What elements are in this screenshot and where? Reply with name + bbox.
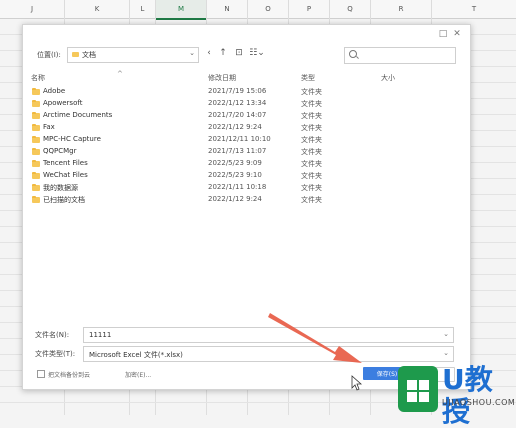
column-header-r[interactable]: R <box>371 0 432 19</box>
location-value: 文档 <box>82 51 96 59</box>
folder-icon <box>72 52 79 57</box>
list-item[interactable]: QQPCMgr 2021/7/13 11:07 文件夹 <box>31 146 456 158</box>
list-item[interactable]: Arctime Documents 2021/7/20 14:07 文件夹 <box>31 110 456 122</box>
dialog-titlebar: □ ✕ <box>23 25 470 43</box>
search-icon <box>349 50 357 58</box>
list-item[interactable]: 我的数据源 2022/1/11 10:18 文件夹 <box>31 182 456 194</box>
watermark-logo: U教授 UJIAOSHOU.COM <box>398 362 516 428</box>
close-icon[interactable]: ✕ <box>452 29 462 39</box>
backup-label: 把文档备份到云 <box>48 372 91 379</box>
filetype-label: 文件类型(T): <box>35 350 76 358</box>
filename-row: 文件名(N): 11111 ⌄ <box>35 327 454 343</box>
search-input[interactable] <box>344 47 456 64</box>
windows-logo-icon <box>407 380 429 402</box>
brand-badge <box>398 366 438 412</box>
column-header-p[interactable]: P <box>289 0 330 19</box>
list-item[interactable]: Fax 2022/1/12 9:24 文件夹 <box>31 122 456 134</box>
column-header-k[interactable]: K <box>65 0 130 19</box>
up-folder-icon[interactable]: ↑ <box>217 48 229 58</box>
column-header-n[interactable]: N <box>207 0 248 19</box>
filename-value: 11111 <box>89 331 112 339</box>
list-item[interactable]: Tencent Files 2022/5/23 9:09 文件夹 <box>31 158 456 170</box>
location-label: 位置(I): <box>37 51 61 59</box>
filetype-select[interactable]: Microsoft Excel 文件(*.xlsx) ⌄ <box>83 346 454 362</box>
folder-icon <box>32 148 40 155</box>
location-dropdown[interactable]: 文档 ⌄ <box>67 47 199 63</box>
column-size-header[interactable]: 大小 <box>381 73 395 83</box>
folder-icon <box>32 100 40 107</box>
filetype-value: Microsoft Excel 文件(*.xlsx) <box>89 351 183 359</box>
chevron-down-icon: ⌄ <box>189 49 195 57</box>
filename-label: 文件名(N): <box>35 331 70 339</box>
column-header-m[interactable]: M <box>156 0 207 20</box>
column-header-t[interactable]: T <box>432 0 516 19</box>
new-folder-icon[interactable]: ⊡ <box>233 48 245 58</box>
column-name-header[interactable]: 名称 <box>31 73 45 83</box>
sort-ascending-icon: ^ <box>117 70 123 78</box>
filename-field[interactable]: 11111 ⌄ <box>83 327 454 343</box>
column-type-header[interactable]: 类型 <box>301 73 315 83</box>
file-list-header: 名称 ^ 修改日期 类型 大小 <box>31 70 456 85</box>
brand-text: U教授 <box>442 363 493 428</box>
dialog-footer: 把文档备份到云 加密(E)... 保存(S) <box>37 367 455 382</box>
list-item[interactable]: WeChat Files 2022/5/23 9:10 文件夹 <box>31 170 456 182</box>
backup-checkbox[interactable] <box>37 370 45 378</box>
chevron-down-icon[interactable]: ⌄ <box>443 330 449 338</box>
folder-icon <box>32 184 40 191</box>
column-header-l[interactable]: L <box>130 0 156 19</box>
column-header-o[interactable]: O <box>248 0 289 19</box>
filetype-row: 文件类型(T): Microsoft Excel 文件(*.xlsx) ⌄ <box>35 346 454 362</box>
brand-site: UJIAOSHOU.COM <box>442 398 516 407</box>
column-header-q[interactable]: Q <box>330 0 371 19</box>
folder-icon <box>32 160 40 167</box>
list-item[interactable]: 已扫描的文档 2022/1/12 9:24 文件夹 <box>31 194 456 206</box>
view-options-icon[interactable]: ☷⌄ <box>249 48 265 58</box>
folder-icon <box>32 172 40 179</box>
list-item[interactable]: MPC-HC Capture 2021/12/11 10:10 文件夹 <box>31 134 456 146</box>
column-date-header[interactable]: 修改日期 <box>208 73 236 83</box>
chevron-down-icon: ⌄ <box>443 349 449 357</box>
location-toolbar: 位置(I): 文档 ⌄ ‹ ↑ ⊡ ☷⌄ <box>37 47 456 64</box>
column-header-j[interactable]: J <box>0 0 65 19</box>
folder-icon <box>32 124 40 131</box>
encrypt-button[interactable]: 加密(E)... <box>125 370 151 379</box>
save-as-dialog: □ ✕ 位置(I): 文档 ⌄ ‹ ↑ ⊡ ☷⌄ 名称 ^ 修改日期 类型 大小… <box>22 24 471 390</box>
folder-icon <box>32 112 40 119</box>
back-icon[interactable]: ‹ <box>203 48 215 58</box>
maximize-icon[interactable]: □ <box>438 29 448 39</box>
folder-icon <box>32 88 40 95</box>
folder-icon <box>32 136 40 143</box>
list-item[interactable]: Adobe 2021/7/19 15:06 文件夹 <box>31 86 456 98</box>
list-item[interactable]: Apowersoft 2022/1/12 13:34 文件夹 <box>31 98 456 110</box>
folder-icon <box>32 196 40 203</box>
